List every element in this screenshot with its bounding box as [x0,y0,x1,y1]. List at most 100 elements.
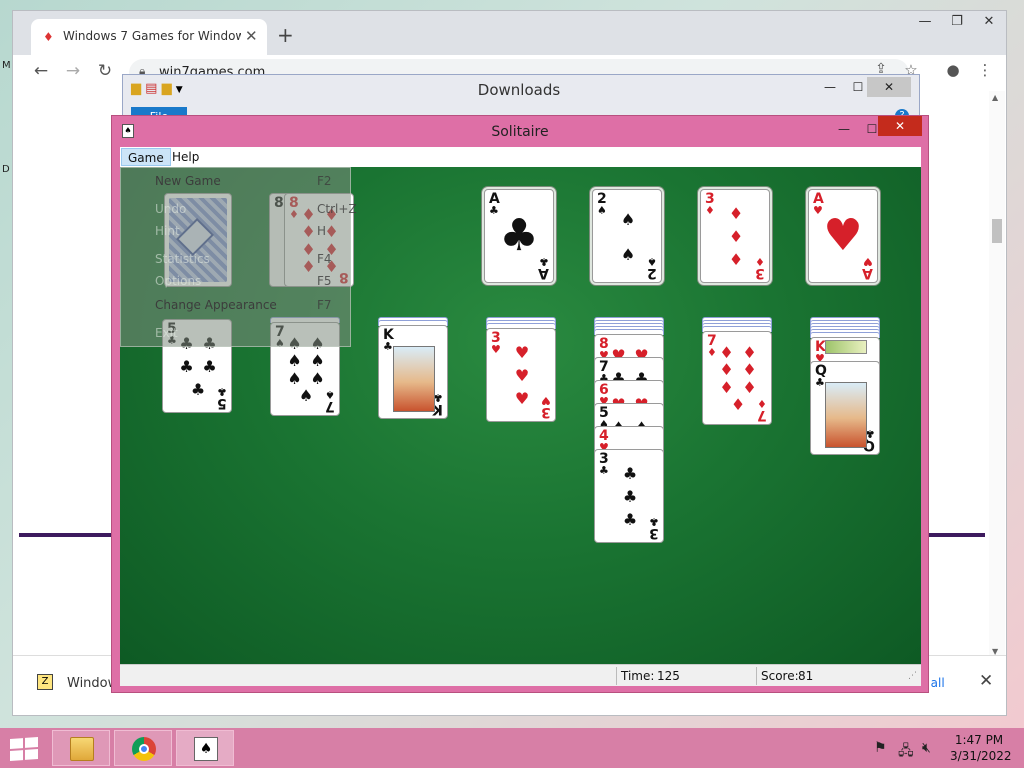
pip-suit-icon: ♠ [287,368,302,388]
system-clock[interactable]: 1:47 PM 3/31/2022 [950,732,1012,764]
game-menu-item[interactable]: Exit [155,326,178,340]
close-icon[interactable]: ✕ [878,116,922,136]
pip-suit-icon: ♠ [298,386,314,406]
pip-suit-icon: ♣ [622,510,638,530]
card-suit-icon: ♣ [383,340,393,353]
close-icon[interactable]: ✕ [973,11,1005,33]
card-center-suit-icon: ♥ [823,210,863,261]
taskbar-chrome[interactable] [114,730,172,766]
menu-help[interactable]: Help [166,148,205,166]
pip-suit-icon: ♣ [202,356,217,376]
card-rank: A [538,265,549,281]
card-pips: ♠ ♠ [605,202,651,272]
pip-suit-icon: ♦ [728,250,744,270]
desktop-icon-label[interactable]: D [2,164,10,175]
page-scrollbar[interactable]: ▲ ▼ [989,91,1005,665]
browser-tab[interactable]: ♦ Windows 7 Games for Windows ✕ [31,19,267,55]
tableau-card[interactable]: 3 ♣ 3 ♣ ♣ ♣ ♣ [594,449,664,543]
score-label: Score: [761,669,799,683]
card-pips: ♦ ♦ ♦ [713,202,759,272]
chrome-icon [132,737,156,761]
reload-icon[interactable]: ↻ [93,61,117,81]
pip-suit-icon: ♠ [310,368,325,388]
status-bar: Time: 125 Score: 81 ⋰ [120,664,921,686]
back-arrow-icon[interactable]: ← [29,61,53,81]
game-menu-shortcut: F5 [317,274,332,288]
game-menu-shortcut: F4 [317,252,332,266]
taskbar-solitaire[interactable]: ♠ [176,730,234,766]
clock-date: 3/31/2022 [950,749,1012,763]
card-center-suit-icon: ♣ [499,210,539,261]
game-menu-item[interactable]: Statistics [155,252,210,266]
solitaire-title: Solitaire [491,124,549,140]
tableau-card[interactable]: 3 ♥ 3 ♥ ♥ ♥ ♥ [486,328,556,422]
close-tab-icon[interactable]: ✕ [245,27,258,45]
desktop-icon-label[interactable]: M [2,60,11,71]
pip-suit-icon: ♦ [742,360,757,380]
menu-bar: Game Help [120,147,921,167]
game-menu-shortcut: Ctrl+Z [317,202,357,216]
pip-suit-icon: ♦ [728,203,744,223]
game-menu-item[interactable]: Options [155,274,201,288]
pip-suit-icon: ♥ [514,342,530,362]
game-menu-item[interactable]: Undo [155,202,186,216]
pip-suit-icon: ♦ [742,377,757,397]
tableau-card[interactable]: Q ♣ Q ♣ [810,361,880,455]
close-icon[interactable]: ✕ [867,77,911,97]
pip-suit-icon: ♥ [514,389,530,409]
time-label: Time: [621,669,655,683]
downloads-title: Downloads [477,81,561,99]
cards-favicon-icon: ♦ [43,30,54,44]
tableau-card[interactable]: K ♣ K ♣ [378,325,448,419]
pip-suit-icon: ♥ [514,365,530,385]
game-menu-shortcut: H [317,224,327,238]
forward-arrow-icon[interactable]: → [61,61,85,81]
game-menu-shortcut: F2 [317,174,332,188]
scrollbar-thumb[interactable] [992,219,1002,243]
network-icon[interactable]: 🖧︎ [898,740,914,764]
taskbar-file-explorer[interactable] [52,730,110,766]
pip-suit-icon: ♣ [179,356,194,376]
pip-suit-icon: ♦ [719,377,734,397]
clock-time: 1:47 PM [954,733,1004,747]
foundation-pile[interactable]: A ♥ A ♥ ♥ [808,189,878,283]
face-card-art [393,346,435,412]
card-rank: A [862,265,873,281]
card-suit-icon: ♣ [815,376,825,389]
status-divider [616,667,617,685]
action-center-flag-icon[interactable]: ⚑ [874,740,887,756]
resize-grip-icon[interactable]: ⋰ [908,671,917,681]
minimize-icon[interactable]: — [815,77,845,97]
foundation-pile[interactable]: 3 ♦ 3 ♦ ♦ ♦ ♦ [700,189,770,283]
face-card-art [825,382,867,448]
game-menu-item[interactable]: Change Appearance [155,298,277,312]
tableau-card[interactable]: 7 ♦ 7 ♦ ♦ ♦ ♦ ♦ ♦ ♦ ♦ [702,331,772,425]
face-card-art [825,340,867,354]
minimize-icon[interactable]: — [909,11,941,33]
card-pips: ♦ ♦ ♦ ♦ ♦ ♦ ♦ [715,344,761,414]
scroll-up-icon[interactable]: ▲ [992,93,998,102]
volume-muted-icon[interactable]: 🔇︎ [922,740,931,756]
close-download-bar-icon[interactable]: ✕ [979,671,993,691]
menu-dots-icon[interactable]: ⋮ [973,61,997,79]
minimize-icon[interactable]: — [830,120,858,138]
pip-suit-icon: ♦ [719,360,734,380]
windows-start-icon[interactable] [10,737,38,761]
pip-suit-icon: ♣ [190,380,206,400]
maximize-icon[interactable]: ❐ [941,11,973,33]
new-tab-button[interactable]: + [277,23,294,47]
profile-icon[interactable]: ● [941,61,965,79]
time-value: 125 [657,669,680,683]
status-divider [756,667,757,685]
cards-icon: ♠ [194,737,218,761]
pip-suit-icon: ♦ [742,342,757,362]
game-menu-item[interactable]: Hint [155,224,180,238]
pip-suit-icon: ♠ [620,244,636,264]
menu-game[interactable]: Game [121,148,171,166]
card-pips: ♥ ♥ ♥ [499,341,545,411]
foundation-pile[interactable]: A ♣ A ♣ ♣ [484,189,554,283]
foundation-pile[interactable]: 2 ♠ 2 ♠ ♠ ♠ [592,189,662,283]
game-menu-item[interactable]: New Game [155,174,221,188]
game-dropdown-menu: New Game F2 Undo Ctrl+Z Hint H Statistics F4 Opt… [120,167,357,347]
pip-suit-icon: ♠ [620,209,636,229]
